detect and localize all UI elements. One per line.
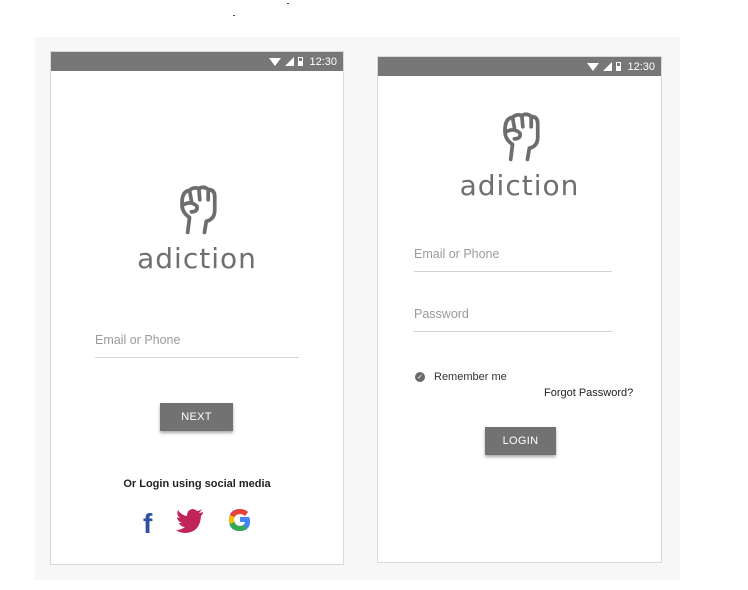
stray-dot — [287, 3, 289, 4]
wifi-icon — [587, 62, 600, 71]
battery-icon — [298, 57, 304, 66]
remember-me-checkbox[interactable]: ✓ Remember me — [415, 371, 507, 383]
twitter-icon[interactable] — [175, 509, 204, 538]
email-field[interactable]: Email or Phone — [95, 333, 299, 358]
password-placeholder: Password — [414, 307, 469, 321]
status-bar: 12:30 — [378, 57, 661, 76]
stray-dot — [233, 15, 235, 16]
battery-icon — [616, 62, 622, 71]
email-field[interactable]: Email or Phone — [414, 247, 612, 272]
email-placeholder: Email or Phone — [414, 247, 500, 261]
remember-me-label: Remember me — [434, 371, 507, 383]
phone-screen-email-step: 12:30 adiction Email or Phone NEXT Or Lo… — [50, 51, 344, 565]
signal-icon — [603, 62, 613, 71]
status-time: 12:30 — [309, 55, 337, 68]
fist-icon — [502, 112, 540, 162]
social-icons-row: f — [143, 507, 253, 540]
email-placeholder: Email or Phone — [95, 333, 181, 347]
fist-icon — [180, 185, 217, 235]
password-field[interactable]: Password — [414, 307, 612, 332]
google-icon[interactable] — [227, 507, 253, 540]
facebook-icon[interactable]: f — [143, 508, 152, 540]
app-logo: adiction — [378, 109, 661, 202]
signal-icon — [285, 57, 295, 66]
brand-name: adiction — [137, 242, 257, 275]
phone-screen-login: 12:30 adiction Email or Phone Password ✓… — [377, 56, 662, 563]
status-time: 12:30 — [627, 60, 655, 73]
wifi-icon — [269, 57, 282, 66]
login-button[interactable]: LOGIN — [485, 427, 556, 455]
forgot-password-link[interactable]: Forgot Password? — [544, 387, 633, 399]
social-login-title: Or Login using social media — [123, 478, 271, 490]
status-bar: 12:30 — [51, 52, 343, 71]
app-logo: adiction — [51, 182, 343, 275]
brand-name: adiction — [459, 169, 580, 202]
checkmark-icon: ✓ — [415, 372, 425, 382]
next-button[interactable]: NEXT — [160, 403, 233, 431]
